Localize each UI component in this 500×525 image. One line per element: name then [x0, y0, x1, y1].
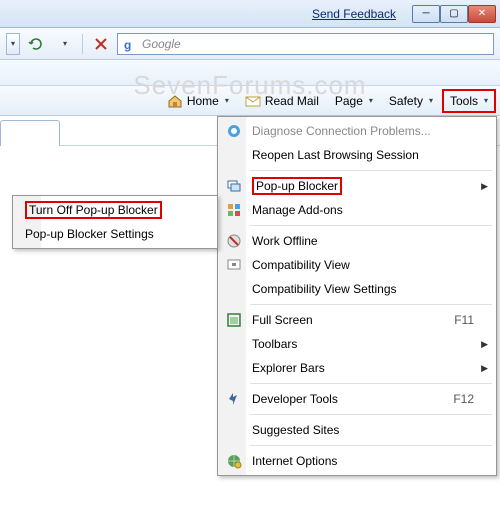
options-icon	[224, 451, 244, 471]
maximize-button[interactable]: ▢	[440, 5, 468, 23]
menu-devtools[interactable]: Developer Tools F12	[220, 387, 494, 411]
blank-icon	[224, 358, 244, 378]
menu-label: Work Offline	[252, 234, 474, 248]
shortcut-label: F12	[453, 392, 474, 406]
home-button[interactable]: Home ▾	[160, 89, 236, 113]
chevron-down-icon: ▾	[369, 96, 373, 105]
stop-button[interactable]	[89, 32, 113, 56]
menu-label: Suggested Sites	[252, 423, 474, 437]
close-button[interactable]: ✕	[468, 5, 496, 23]
menu-label: Compatibility View	[252, 258, 474, 272]
navigation-row: ▾ ▾ g	[0, 28, 500, 60]
stop-icon	[93, 36, 109, 52]
chevron-down-icon: ▾	[429, 96, 433, 105]
menu-popup-blocker[interactable]: Pop-up Blocker ▶	[220, 174, 494, 198]
refresh-button[interactable]	[24, 32, 48, 56]
menu-label: Internet Options	[252, 454, 474, 468]
submenu-turnoff-popup[interactable]: Turn Off Pop-up Blocker	[15, 198, 215, 222]
menu-label: Reopen Last Browsing Session	[252, 148, 474, 162]
menu-separator	[250, 445, 492, 446]
shortcut-label: F11	[454, 313, 474, 327]
refresh-icon	[28, 36, 44, 52]
tools-button[interactable]: Tools ▾	[442, 89, 496, 113]
menu-label: Full Screen	[252, 313, 416, 327]
tools-menu: Diagnose Connection Problems... Reopen L…	[217, 116, 497, 476]
chevron-down-icon: ▾	[225, 96, 229, 105]
menu-label: Turn Off Pop-up Blocker	[25, 201, 195, 219]
menu-label: Pop-up Blocker Settings	[25, 227, 195, 241]
menu-label: Explorer Bars	[252, 361, 474, 375]
menu-label: Compatibility View Settings	[252, 282, 474, 296]
search-box[interactable]: g	[117, 33, 494, 55]
menu-label: Developer Tools	[252, 392, 415, 406]
menu-work-offline[interactable]: Work Offline	[220, 229, 494, 253]
readmail-label: Read Mail	[265, 94, 319, 108]
popup-icon	[224, 176, 244, 196]
blank-icon	[224, 334, 244, 354]
browser-tab[interactable]	[0, 120, 60, 146]
menu-explorer-bars[interactable]: Explorer Bars ▶	[220, 356, 494, 380]
menu-label: Toolbars	[252, 337, 474, 351]
submenu-popup-settings[interactable]: Pop-up Blocker Settings	[15, 222, 215, 246]
send-feedback-link[interactable]: Send Feedback	[312, 7, 396, 21]
menu-separator	[250, 304, 492, 305]
page-label: Page	[335, 94, 363, 108]
blank-icon	[224, 145, 244, 165]
home-icon	[167, 93, 183, 109]
window-titlebar: Send Feedback ─ ▢ ✕	[0, 0, 500, 28]
menu-label: Diagnose Connection Problems...	[252, 124, 474, 138]
blank-icon	[224, 279, 244, 299]
mail-icon	[245, 93, 261, 109]
command-bar: Home ▾ Read Mail Page ▾ Safety ▾ Tools ▾	[0, 86, 500, 116]
minimize-button[interactable]: ─	[412, 5, 440, 23]
menu-separator	[250, 170, 492, 171]
menu-suggested-sites[interactable]: Suggested Sites	[220, 418, 494, 442]
menu-separator	[250, 225, 492, 226]
menu-reopen[interactable]: Reopen Last Browsing Session	[220, 143, 494, 167]
menu-label: Pop-up Blocker	[252, 177, 474, 195]
svg-text:g: g	[124, 38, 131, 52]
menu-separator	[250, 383, 492, 384]
menu-diagnose[interactable]: Diagnose Connection Problems...	[220, 119, 494, 143]
menu-label: Manage Add-ons	[252, 203, 474, 217]
safety-label: Safety	[389, 94, 423, 108]
tools-label: Tools	[450, 94, 478, 108]
diagnose-icon	[224, 121, 244, 141]
chevron-down-icon: ▾	[484, 96, 488, 105]
menu-compat-view[interactable]: Compatibility View	[220, 253, 494, 277]
history-dropdown[interactable]: ▾	[6, 33, 20, 55]
tab-row-spacer	[0, 60, 500, 86]
menu-compat-settings[interactable]: Compatibility View Settings	[220, 277, 494, 301]
safety-button[interactable]: Safety ▾	[382, 89, 440, 113]
readmail-button[interactable]: Read Mail	[238, 89, 326, 113]
offline-icon	[224, 231, 244, 251]
submenu-arrow-icon: ▶	[481, 181, 488, 192]
addons-icon	[224, 200, 244, 220]
refresh-dropdown[interactable]: ▾	[52, 32, 76, 56]
menu-toolbars[interactable]: Toolbars ▶	[220, 332, 494, 356]
fullscreen-icon	[224, 310, 244, 330]
submenu-arrow-icon: ▶	[481, 363, 488, 374]
page-button[interactable]: Page ▾	[328, 89, 380, 113]
separator	[82, 34, 83, 54]
submenu-arrow-icon: ▶	[481, 339, 488, 350]
compat-icon	[224, 255, 244, 275]
menu-fullscreen[interactable]: Full Screen F11	[220, 308, 494, 332]
menu-addons[interactable]: Manage Add-ons	[220, 198, 494, 222]
menu-separator	[250, 414, 492, 415]
home-label: Home	[187, 94, 219, 108]
window-controls: ─ ▢ ✕	[412, 5, 496, 23]
popup-blocker-submenu: Turn Off Pop-up Blocker Pop-up Blocker S…	[12, 195, 218, 249]
blank-icon	[224, 420, 244, 440]
google-icon: g	[122, 36, 138, 52]
devtools-icon	[224, 389, 244, 409]
search-input[interactable]	[142, 37, 489, 51]
menu-internet-options[interactable]: Internet Options	[220, 449, 494, 473]
